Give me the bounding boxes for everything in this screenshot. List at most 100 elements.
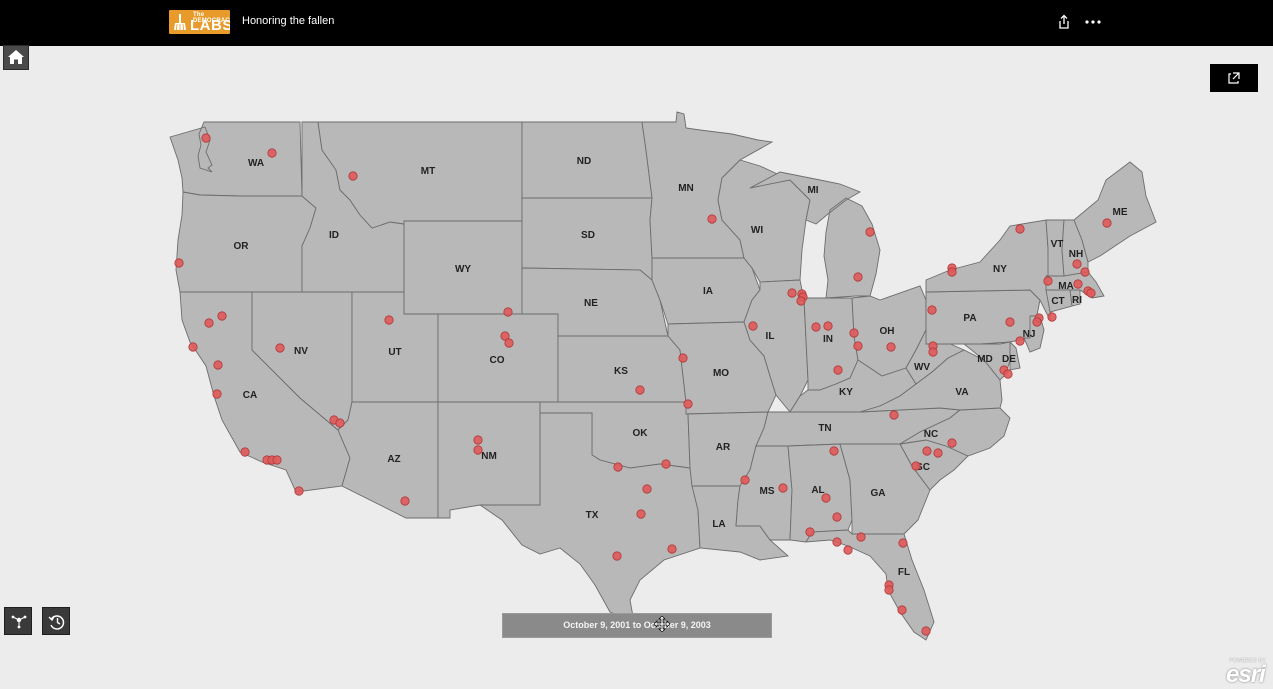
casualty-marker[interactable] (661, 459, 671, 469)
state-label-nj: NJ (1023, 329, 1036, 340)
casualty-marker[interactable] (889, 410, 899, 420)
state-label-wv: WV (914, 362, 930, 373)
casualty-marker[interactable] (1015, 224, 1025, 234)
state-label-al: AL (811, 485, 824, 496)
casualty-marker[interactable] (384, 315, 394, 325)
casualty-marker[interactable] (635, 385, 645, 395)
casualty-marker[interactable] (473, 435, 483, 445)
casualty-marker[interactable] (612, 551, 622, 561)
casualty-marker[interactable] (927, 305, 937, 315)
casualty-marker[interactable] (1015, 336, 1025, 346)
casualty-marker[interactable] (217, 311, 227, 321)
state-label-in: IN (823, 334, 833, 345)
state-label-ny: NY (993, 264, 1007, 275)
casualty-marker[interactable] (201, 133, 211, 143)
casualty-marker[interactable] (613, 462, 623, 472)
share-icon[interactable] (1055, 13, 1073, 31)
casualty-marker[interactable] (294, 486, 304, 496)
move-cursor-icon (654, 616, 670, 632)
casualty-marker[interactable] (707, 214, 717, 224)
casualty-marker[interactable] (778, 483, 788, 493)
time-history-button[interactable] (42, 607, 70, 635)
casualty-marker[interactable] (1080, 267, 1090, 277)
casualty-marker[interactable] (832, 512, 842, 522)
casualty-marker[interactable] (683, 399, 693, 409)
casualty-marker[interactable] (204, 318, 214, 328)
casualty-marker[interactable] (267, 148, 277, 158)
casualty-marker[interactable] (787, 288, 797, 298)
casualty-marker[interactable] (928, 347, 938, 357)
casualty-marker[interactable] (213, 360, 223, 370)
casualty-marker[interactable] (843, 545, 853, 555)
casualty-marker[interactable] (849, 328, 859, 338)
casualty-marker[interactable] (856, 532, 866, 542)
state-label-tn: TN (818, 423, 831, 434)
casualty-marker[interactable] (272, 455, 282, 465)
state-fl[interactable] (805, 529, 935, 641)
casualty-marker[interactable] (886, 342, 896, 352)
casualty-marker[interactable] (1003, 369, 1013, 379)
state-label-or: OR (234, 241, 250, 252)
casualty-marker[interactable] (947, 267, 957, 277)
casualty-marker[interactable] (805, 527, 815, 537)
casualty-marker[interactable] (348, 171, 358, 181)
state-label-ms: MS (760, 486, 775, 497)
casualty-marker[interactable] (1047, 312, 1057, 322)
route-tool-button[interactable] (4, 607, 32, 635)
casualty-marker[interactable] (678, 353, 688, 363)
casualty-marker[interactable] (1032, 317, 1042, 327)
casualty-marker[interactable] (1086, 288, 1096, 298)
state-label-tx: TX (586, 510, 599, 521)
casualty-marker[interactable] (212, 389, 222, 399)
casualty-marker[interactable] (642, 484, 652, 494)
casualty-marker[interactable] (174, 258, 184, 268)
casualty-marker[interactable] (1005, 317, 1015, 327)
casualty-marker[interactable] (1043, 276, 1053, 286)
casualty-marker[interactable] (922, 446, 932, 456)
us-map[interactable]: WA OR CA ID NV MT WY UT AZ CO NM ND SD NE KS OK TX MN IA MO… (0, 46, 1273, 688)
state-label-ky: KY (839, 387, 853, 398)
casualty-marker[interactable] (921, 626, 931, 636)
time-slider[interactable]: October 9, 2001 to October 9, 2003 (502, 613, 772, 638)
state-wa[interactable] (169, 121, 303, 197)
state-label-ia: IA (703, 286, 713, 297)
casualty-marker[interactable] (947, 438, 957, 448)
casualty-marker[interactable] (853, 272, 863, 282)
casualty-marker[interactable] (821, 493, 831, 503)
casualty-marker[interactable] (933, 448, 943, 458)
casualty-marker[interactable] (503, 307, 513, 317)
state-label-mt: MT (421, 166, 435, 177)
more-options-icon[interactable] (1082, 13, 1104, 31)
esri-attribution[interactable]: POWERED BY esri (1225, 657, 1271, 688)
casualty-marker[interactable] (636, 509, 646, 519)
casualty-marker[interactable] (796, 296, 806, 306)
casualty-marker[interactable] (740, 475, 750, 485)
casualty-marker[interactable] (473, 445, 483, 455)
casualty-marker[interactable] (832, 537, 842, 547)
casualty-marker[interactable] (884, 585, 894, 595)
casualty-marker[interactable] (1072, 259, 1082, 269)
casualty-marker[interactable] (833, 365, 843, 375)
casualty-marker[interactable] (275, 343, 285, 353)
casualty-marker[interactable] (1102, 218, 1112, 228)
state-label-nd: ND (577, 156, 591, 167)
casualty-marker[interactable] (240, 447, 250, 457)
casualty-marker[interactable] (667, 544, 677, 554)
casualty-marker[interactable] (188, 342, 198, 352)
casualty-marker[interactable] (829, 446, 839, 456)
casualty-marker[interactable] (865, 227, 875, 237)
app-header: The DEMOCRACY LABS Honoring the fallen (0, 0, 1273, 46)
casualty-marker[interactable] (811, 322, 821, 332)
casualty-marker[interactable] (335, 418, 345, 428)
casualty-marker[interactable] (400, 496, 410, 506)
casualty-marker[interactable] (911, 461, 921, 471)
casualty-marker[interactable] (504, 338, 514, 348)
casualty-marker[interactable] (823, 321, 833, 331)
casualty-marker[interactable] (897, 605, 907, 615)
casualty-marker[interactable] (898, 538, 908, 548)
democracy-labs-logo[interactable]: The DEMOCRACY LABS (169, 10, 230, 34)
casualty-marker[interactable] (853, 341, 863, 351)
network-icon (11, 615, 27, 629)
casualty-marker[interactable] (1073, 279, 1083, 289)
casualty-marker[interactable] (748, 321, 758, 331)
